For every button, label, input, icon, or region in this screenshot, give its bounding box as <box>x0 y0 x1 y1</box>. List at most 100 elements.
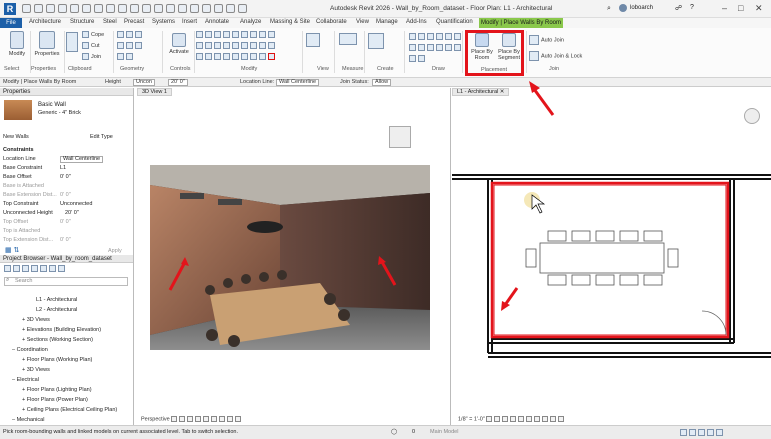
view-3d-window[interactable]: 3D View 1 Perspective <box>137 88 451 425</box>
properties-tool[interactable]: Properties <box>33 31 61 57</box>
tab-view[interactable]: View <box>356 19 369 25</box>
tab-precast[interactable]: Precast <box>124 19 144 25</box>
draw-tools-row2[interactable] <box>409 44 463 51</box>
project-browser-header: Project Browser - Wall_by_room_dataset <box>0 255 133 263</box>
prop-row[interactable]: Unconnected Height 20' 0" <box>3 210 128 216</box>
instance-selector[interactable]: New Walls <box>3 134 29 140</box>
3d-render <box>150 165 430 350</box>
tree-item[interactable]: – Electrical <box>12 377 39 383</box>
modify-label: Modify <box>8 51 26 57</box>
tab-structure[interactable]: Structure <box>70 19 94 25</box>
join-status-select[interactable]: Allow <box>372 79 392 86</box>
tab-architecture[interactable]: Architecture <box>29 19 61 25</box>
join-button[interactable]: Join <box>82 53 101 60</box>
prop-row[interactable]: Location Line Wall Centerline <box>3 156 128 163</box>
tree-item[interactable]: + 3D Views <box>22 317 50 323</box>
height-input[interactable]: 20' 0" <box>168 79 188 86</box>
username[interactable]: loboarch <box>630 5 653 11</box>
create-tools[interactable] <box>368 33 386 49</box>
constraints-section[interactable]: Constraints <box>3 147 34 153</box>
minimize-button[interactable]: – <box>722 3 727 13</box>
group-modify[interactable]: Modify <box>241 66 257 72</box>
tab-file[interactable]: File <box>0 18 22 28</box>
tree-item[interactable]: – Mechanical <box>12 417 44 423</box>
modify-tools-row2[interactable] <box>196 42 277 49</box>
cut-button[interactable]: Cut <box>82 42 100 49</box>
location-line-select[interactable]: Wall Centerline <box>276 79 320 86</box>
worksets-icon[interactable]: ◯ <box>391 429 397 435</box>
browser-search-input[interactable]: Search <box>4 277 128 286</box>
search-icon[interactable]: ⌕ <box>607 5 611 13</box>
join-status-value: Allow <box>372 79 392 86</box>
cope-button[interactable]: Cope <box>82 31 104 38</box>
view-3d-controls[interactable]: Perspective <box>141 415 243 422</box>
maximize-button[interactable]: □ <box>738 3 743 13</box>
main-model-select[interactable]: Main Model <box>430 429 458 435</box>
tree-item-label: Floor Plans (Power Plan) <box>26 397 88 403</box>
modify-tools-row3[interactable] <box>196 53 277 60</box>
activate-button[interactable]: Activate <box>166 33 192 55</box>
prop-key: Unconnected Height <box>3 210 53 216</box>
apply-button[interactable]: Apply <box>108 248 122 254</box>
tree-item[interactable]: + Sections (Working Section) <box>22 337 93 343</box>
revit-logo-icon[interactable]: R <box>4 3 16 15</box>
tab-annotate[interactable]: Annotate <box>205 19 229 25</box>
tab-add-ins[interactable]: Add-Ins <box>406 19 427 25</box>
tab-manage[interactable]: Manage <box>376 19 398 25</box>
window-title: Autodesk Revit 2026 - Wall_by_Room_datas… <box>330 5 553 12</box>
measure-tools[interactable] <box>339 33 359 45</box>
prop-key: Base Offset <box>3 174 32 180</box>
status-filters[interactable] <box>680 429 725 436</box>
quick-access-toolbar[interactable] <box>22 4 250 15</box>
tab-systems[interactable]: Systems <box>152 19 175 25</box>
tree-item[interactable]: + Ceiling Plans (Electrical Ceiling Plan… <box>22 407 117 413</box>
prop-row[interactable]: Top Constraint Unconnected <box>3 201 128 207</box>
tree-item-label: Coordination <box>16 347 48 353</box>
prop-row[interactable]: Base Offset 0' 0" <box>3 174 128 180</box>
draw-tools-row3[interactable] <box>409 55 427 62</box>
modify-tools-row1[interactable] <box>196 31 277 38</box>
view-tools[interactable] <box>306 33 322 47</box>
tree-item[interactable]: + Elevations (Building Elevation) <box>22 327 101 333</box>
tree-item[interactable]: + 3D Views <box>22 367 50 373</box>
help-icon[interactable]: ? <box>690 4 694 11</box>
plan-view-controls[interactable]: 1/8" = 1'-0" <box>458 415 566 422</box>
tab-steel[interactable]: Steel <box>103 19 117 25</box>
geometry-tools[interactable] <box>117 31 144 38</box>
edit-type-button[interactable]: Edit Type <box>90 134 113 140</box>
type-subname: Generic - 4" Brick <box>38 110 81 116</box>
draw-tools-row1[interactable] <box>409 33 463 40</box>
tree-item[interactable]: + Floor Plans (Lighting Plan) <box>22 387 92 393</box>
prop-row[interactable]: Base Constraint L1 <box>3 165 128 171</box>
height-select[interactable]: Uncon <box>133 79 155 86</box>
avatar[interactable] <box>619 4 627 12</box>
properties-label: Properties <box>34 51 60 57</box>
tab-floor-plan[interactable]: L1 - Architectural ✕ <box>452 88 510 96</box>
tab-insert[interactable]: Insert <box>182 19 197 25</box>
tree-item[interactable]: L1 - Architectural <box>36 297 77 303</box>
tab-analyze[interactable]: Analyze <box>240 19 261 25</box>
floor-plan-window[interactable]: L1 - Architectural ✕ 1/8" = 1'-0" <box>452 88 771 425</box>
viewcube-icon[interactable] <box>389 126 411 148</box>
group-geometry[interactable]: Geometry <box>120 66 144 72</box>
group-view[interactable]: View <box>317 66 329 72</box>
tree-item[interactable]: + Floor Plans (Power Plan) <box>22 397 88 403</box>
geometry-tools-2[interactable] <box>117 42 144 49</box>
geometry-tools-3[interactable] <box>117 53 135 60</box>
tab-quantification[interactable]: Quantification <box>436 19 473 25</box>
browser-tools-icon[interactable]: ▦ ⇅ <box>5 246 19 254</box>
group-select[interactable]: Select <box>4 66 19 72</box>
tree-item[interactable]: + Floor Plans (Working Plan) <box>22 357 92 363</box>
paste-icon[interactable] <box>66 32 80 52</box>
tab-massing-site[interactable]: Massing & Site <box>270 19 310 25</box>
tree-item[interactable]: – Coordination <box>12 347 48 353</box>
close-button[interactable]: ✕ <box>755 3 763 14</box>
navigation-wheel-icon[interactable] <box>744 108 760 124</box>
tree-item[interactable]: L2 - Architectural <box>36 307 77 313</box>
browser-toolbar[interactable] <box>4 265 67 272</box>
cart-icon[interactable]: ☍ <box>675 4 682 12</box>
group-measure[interactable]: Measure <box>342 66 363 72</box>
tab-collaborate[interactable]: Collaborate <box>316 19 347 25</box>
tab-3d-view[interactable]: 3D View 1 <box>137 88 172 96</box>
modify-tool[interactable]: Modify <box>5 31 29 57</box>
